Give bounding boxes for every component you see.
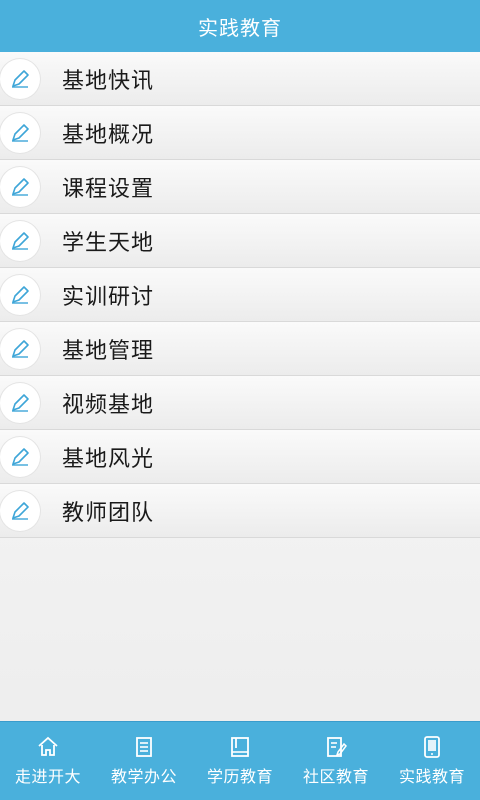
pencil-icon	[0, 58, 40, 99]
tab-label: 学历教育	[206, 767, 273, 786]
tab-home[interactable]: 走进开大	[0, 722, 96, 800]
menu-item-label: 课程设置	[62, 176, 155, 202]
menu-item-management[interactable]: 基地管理	[0, 322, 480, 376]
app-header: 实践教育	[0, 0, 480, 52]
menu-item-news[interactable]: 基地快讯	[0, 52, 480, 106]
menu-item-video[interactable]: 视频基地	[0, 376, 480, 430]
edit-document-icon	[327, 737, 347, 757]
menu-item-label: 基地风光	[62, 446, 155, 472]
pencil-icon	[0, 328, 40, 369]
menu-item-label: 基地概况	[62, 122, 155, 148]
pencil-icon	[0, 436, 40, 477]
tab-label: 教学办公	[110, 767, 177, 786]
tab-label: 实践教育	[398, 767, 465, 786]
tab-practice[interactable]: 实践教育	[384, 722, 480, 800]
bottom-tab-bar: 走进开大 教学办公 学历教育 社区教育 实践教育	[0, 721, 480, 800]
pencil-icon	[0, 166, 40, 207]
menu-item-label: 学生天地	[62, 230, 155, 256]
tablet-icon	[424, 736, 440, 758]
menu-item-label: 教师团队	[62, 500, 155, 526]
menu-item-label: 基地快讯	[62, 68, 155, 94]
page-title: 实践教育	[198, 15, 282, 40]
menu-item-label: 视频基地	[62, 392, 155, 418]
tab-label: 走进开大	[14, 767, 81, 786]
tab-label: 社区教育	[302, 767, 369, 786]
menu-item-students[interactable]: 学生天地	[0, 214, 480, 268]
menu-item-label: 实训研讨	[62, 284, 155, 310]
tab-community[interactable]: 社区教育	[288, 722, 384, 800]
menu-item-teachers[interactable]: 教师团队	[0, 484, 480, 538]
menu-item-scenery[interactable]: 基地风光	[0, 430, 480, 484]
book-icon	[231, 737, 249, 757]
menu-item-courses[interactable]: 课程设置	[0, 160, 480, 214]
pencil-icon	[0, 112, 40, 153]
tab-degree[interactable]: 学历教育	[192, 722, 288, 800]
home-icon	[38, 736, 58, 756]
pencil-icon	[0, 382, 40, 423]
menu-list: 基地快讯 基地概况 课程设置 学生天地 实训研讨 基地管理 视频基地 基地风光 …	[0, 52, 480, 538]
document-icon	[136, 737, 152, 757]
pencil-icon	[0, 220, 40, 261]
tab-office[interactable]: 教学办公	[96, 722, 192, 800]
pencil-icon	[0, 274, 40, 315]
menu-item-training[interactable]: 实训研讨	[0, 268, 480, 322]
pencil-icon	[0, 490, 40, 531]
menu-item-label: 基地管理	[62, 338, 155, 364]
menu-item-overview[interactable]: 基地概况	[0, 106, 480, 160]
